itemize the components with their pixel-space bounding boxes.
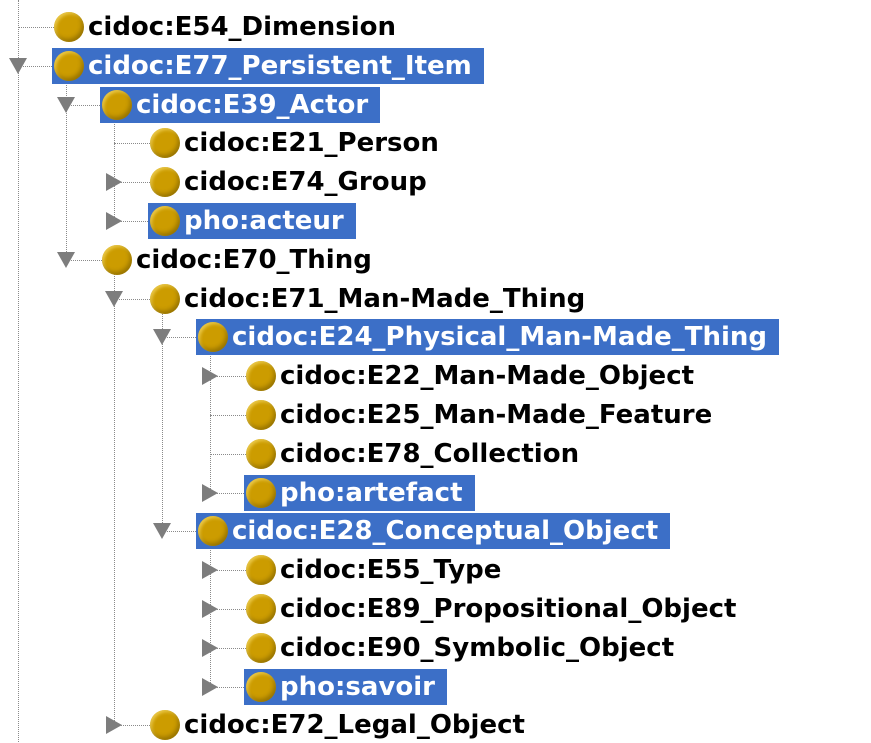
tree-node[interactable]: cidoc:E28_Conceptual_Object (196, 513, 671, 550)
collapsed-toggle[interactable] (199, 598, 221, 620)
triangle-right-icon (202, 483, 218, 502)
class-node-dot-icon (246, 632, 276, 663)
tree-node[interactable]: cidoc:E70_Thing (100, 242, 384, 278)
tree-connector-line (114, 143, 150, 145)
tree-node[interactable]: cidoc:E22_Man-Made_Object (244, 358, 706, 394)
class-node-dot-icon (150, 128, 180, 159)
tree-node[interactable]: cidoc:E54_Dimension (52, 9, 408, 45)
triangle-down-icon (105, 290, 123, 307)
triangle-down-icon (153, 329, 171, 346)
triangle-right-icon (202, 638, 218, 657)
class-node-dot-icon (102, 244, 132, 275)
class-node-dot-icon (246, 594, 276, 624)
class-node-dot-icon (246, 671, 276, 702)
triangle-right-icon (202, 600, 218, 618)
class-node-dot-icon (54, 12, 84, 42)
class-node-dot-icon (102, 89, 132, 120)
triangle-down-icon (153, 523, 171, 540)
tree-node-label: pho:acteur (184, 206, 344, 236)
tree-node-label: cidoc:E70_Thing (136, 244, 372, 275)
expanded-toggle[interactable] (55, 94, 77, 116)
collapsed-toggle[interactable] (103, 210, 125, 232)
expanded-toggle[interactable] (103, 288, 125, 310)
tree-node[interactable]: cidoc:E39_Actor (100, 86, 381, 123)
tree-node[interactable]: cidoc:E24_Physical_Man-Made_Thing (196, 319, 779, 356)
tree-node[interactable]: cidoc:E71_Man-Made_Thing (148, 281, 597, 317)
tree-node[interactable]: cidoc:E21_Person (148, 125, 451, 161)
tree-node[interactable]: cidoc:E74_Group (148, 164, 439, 200)
tree-node-label: cidoc:E28_Conceptual_Object (232, 516, 659, 547)
tree-node-label: cidoc:E90_Symbolic_Object (280, 632, 675, 663)
tree-node[interactable]: pho:savoir (244, 668, 447, 705)
triangle-down-icon (9, 57, 27, 74)
class-node-dot-icon (246, 438, 276, 469)
tree-node-label: cidoc:E25_Man-Made_Feature (280, 400, 713, 430)
tree-node-label: cidoc:E77_Persistent_Item (88, 50, 472, 81)
tree-node-label: cidoc:E54_Dimension (88, 12, 397, 42)
triangle-down-icon (57, 251, 75, 268)
tree-node[interactable]: cidoc:E72_Legal_Object (148, 707, 537, 743)
tree-connector-line (210, 453, 246, 455)
tree-node-label: cidoc:E74_Group (184, 167, 427, 198)
tree-connector-line (18, 27, 54, 28)
tree-node-label: cidoc:E71_Man-Made_Thing (184, 283, 586, 314)
triangle-right-icon (106, 716, 122, 735)
tree-connector-line (210, 415, 246, 416)
triangle-right-icon (106, 173, 122, 192)
tree-node[interactable]: cidoc:E25_Man-Made_Feature (244, 397, 724, 433)
class-node-dot-icon (150, 167, 180, 198)
class-node-dot-icon (246, 477, 276, 508)
class-node-dot-icon (54, 50, 84, 81)
tree-node[interactable]: cidoc:E55_Type (244, 552, 513, 588)
triangle-down-icon (57, 96, 75, 113)
tree-node[interactable]: pho:acteur (148, 203, 356, 239)
tree-node-label: pho:savoir (280, 671, 435, 702)
class-node-dot-icon (246, 555, 276, 586)
tree-node-label: cidoc:E89_Propositional_Object (280, 594, 737, 624)
tree-node-label: cidoc:E24_Physical_Man-Made_Thing (232, 322, 767, 353)
tree-node-label: cidoc:E39_Actor (136, 89, 369, 120)
tree-node-label: cidoc:E55_Type (280, 555, 502, 586)
collapsed-toggle[interactable] (199, 676, 221, 698)
expanded-toggle[interactable] (55, 249, 77, 271)
class-node-dot-icon (150, 283, 180, 314)
triangle-right-icon (202, 677, 218, 696)
expanded-toggle[interactable] (151, 326, 173, 348)
triangle-right-icon (202, 367, 218, 386)
class-hierarchy-tree: cidoc:E54_Dimension cidoc:E77_Persistent_… (0, 0, 871, 742)
class-node-dot-icon (150, 206, 180, 236)
class-node-dot-icon (198, 516, 228, 547)
collapsed-toggle[interactable] (199, 365, 221, 387)
tree-node-label: cidoc:E78_Collection (280, 438, 580, 469)
tree-node-label: cidoc:E72_Legal_Object (184, 710, 525, 741)
tree-node[interactable]: pho:artefact (244, 474, 475, 511)
triangle-right-icon (202, 561, 218, 580)
tree-guide-line (18, 0, 19, 742)
class-node-dot-icon (198, 322, 228, 353)
tree-node-label: cidoc:E21_Person (184, 128, 439, 159)
tree-node-label: pho:artefact (280, 477, 463, 508)
class-node-dot-icon (246, 400, 276, 430)
tree-node[interactable]: cidoc:E89_Propositional_Object (244, 591, 748, 627)
expanded-toggle[interactable] (151, 520, 173, 542)
tree-node[interactable]: cidoc:E77_Persistent_Item (52, 47, 484, 84)
collapsed-toggle[interactable] (103, 714, 125, 736)
collapsed-toggle[interactable] (199, 482, 221, 504)
collapsed-toggle[interactable] (199, 637, 221, 659)
tree-node-label: cidoc:E22_Man-Made_Object (280, 361, 695, 392)
expanded-toggle[interactable] (7, 55, 29, 77)
tree-node[interactable]: cidoc:E78_Collection (244, 436, 591, 472)
collapsed-toggle[interactable] (103, 171, 125, 193)
triangle-right-icon (106, 212, 122, 230)
tree-node[interactable]: cidoc:E90_Symbolic_Object (244, 630, 686, 666)
class-node-dot-icon (246, 361, 276, 392)
tree-guide-line (114, 259, 115, 726)
collapsed-toggle[interactable] (199, 559, 221, 581)
class-node-dot-icon (150, 710, 180, 741)
